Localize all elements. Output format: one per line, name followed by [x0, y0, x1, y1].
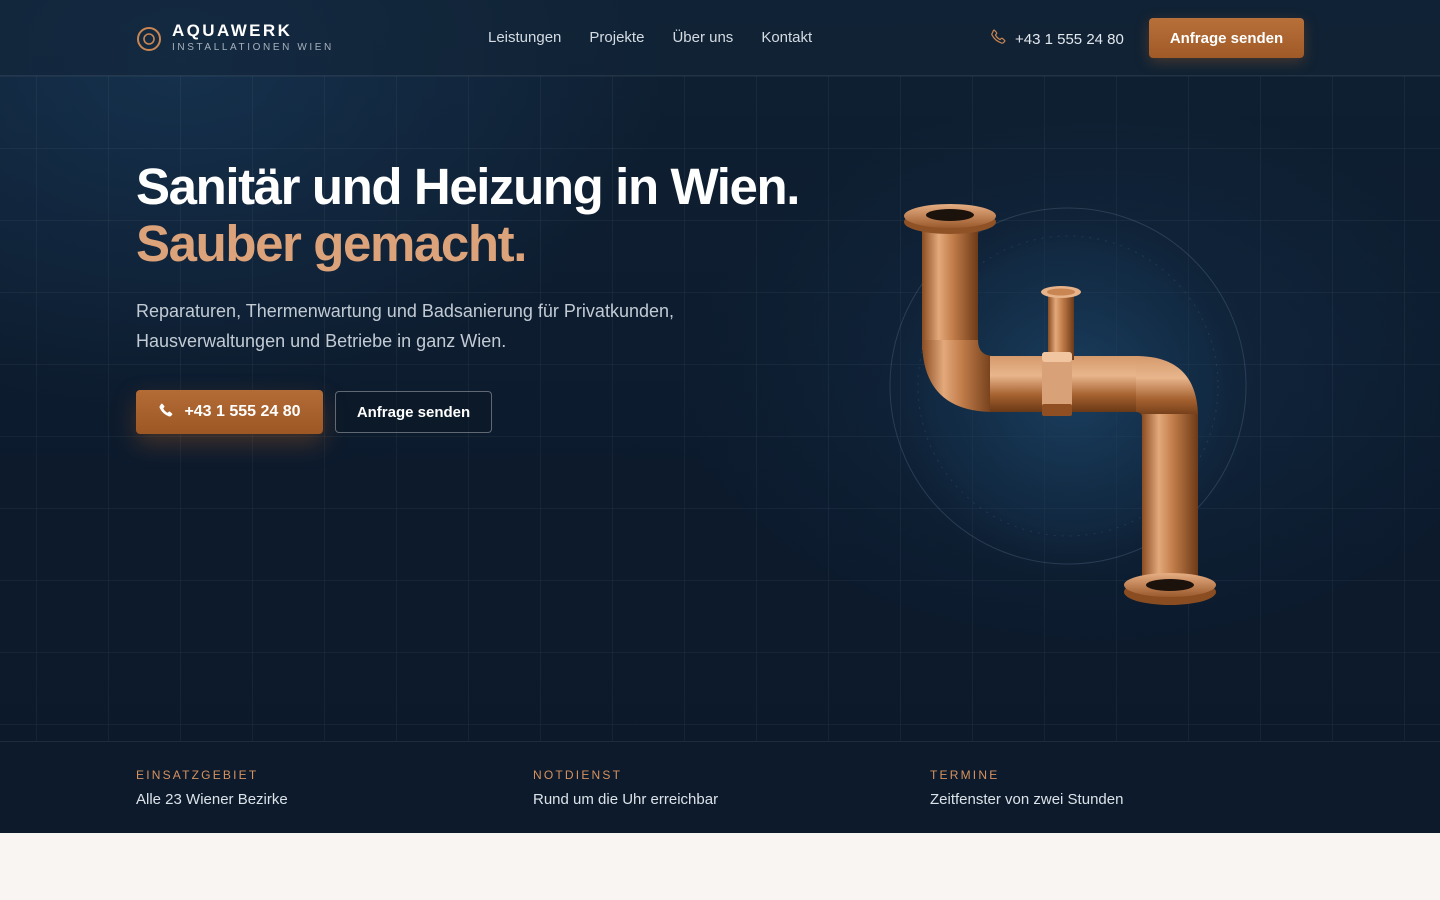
- stat-service-area: EINSATZGEBIET Alle 23 Wiener Bezirke: [136, 768, 288, 810]
- nav-item-kontakt[interactable]: Kontakt: [761, 28, 812, 48]
- stat-label: NOTDIENST: [533, 768, 623, 782]
- stat-emergency: NOTDIENST Rund um die Uhr erreichbar: [533, 768, 718, 810]
- call-button[interactable]: +43 1 555 24 80: [136, 390, 323, 434]
- copper-pipe-illustration: [860, 180, 1280, 620]
- logo[interactable]: AQUAWERK INSTALLATIONEN WIEN: [136, 22, 334, 55]
- stat-value: Alle 23 Wiener Bezirke: [136, 791, 288, 808]
- brand-name: AQUAWERK: [172, 21, 293, 40]
- site-header: AQUAWERK INSTALLATIONEN WIEN Leistungen …: [0, 0, 1440, 76]
- call-button-label: +43 1 555 24 80: [184, 403, 301, 420]
- nav-item-projekte[interactable]: Projekte: [589, 28, 644, 48]
- header-phone-link[interactable]: +43 1 555 24 80: [990, 28, 1124, 51]
- header-request-button[interactable]: Anfrage senden: [1149, 18, 1304, 58]
- stat-value: Zeitfenster von zwei Stunden: [930, 791, 1124, 808]
- phone-icon: [158, 402, 174, 423]
- nav-item-leistungen[interactable]: Leistungen: [488, 28, 561, 48]
- request-button[interactable]: Anfrage senden: [335, 391, 492, 433]
- stat-value: Rund um die Uhr erreichbar: [533, 791, 719, 808]
- info-bar: EINSATZGEBIET Alle 23 Wiener Bezirke NOT…: [0, 741, 1440, 833]
- logo-ring-icon: [136, 26, 162, 52]
- stat-label: EINSATZGEBIET: [136, 768, 259, 782]
- brand-subtitle: INSTALLATIONEN WIEN: [172, 42, 334, 53]
- hero-title: Sanitär und Heizung in Wien.: [136, 158, 800, 215]
- phone-icon: [990, 28, 1007, 51]
- hero-title-accent: Sauber gemacht.: [136, 215, 527, 272]
- hero-section: AQUAWERK INSTALLATIONEN WIEN Leistungen …: [0, 0, 1440, 833]
- stat-label: TERMINE: [930, 768, 1000, 782]
- nav-item-ueber-uns[interactable]: Über uns: [672, 28, 733, 48]
- main-nav: Leistungen Projekte Über uns Kontakt: [488, 28, 812, 48]
- hero-lead: Reparaturen, Thermenwartung und Badsanie…: [136, 301, 674, 351]
- stat-appointments: TERMINE Zeitfenster von zwei Stunden: [930, 768, 1123, 810]
- header-phone-number: +43 1 555 24 80: [1015, 30, 1124, 48]
